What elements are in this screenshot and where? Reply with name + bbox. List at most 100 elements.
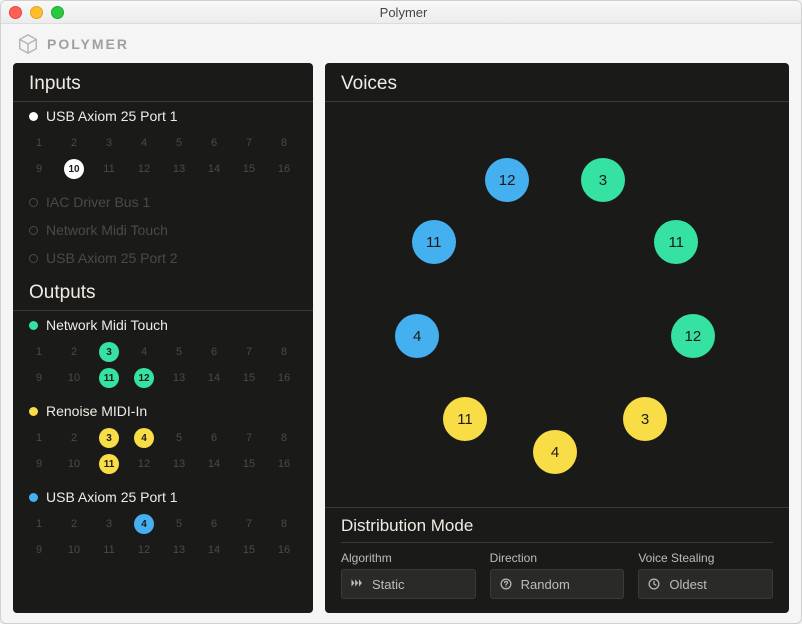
channel-8[interactable]: 8 xyxy=(268,130,300,156)
toolbar: POLYMER xyxy=(1,24,801,64)
channel-6[interactable]: 6 xyxy=(198,511,230,537)
channel-2[interactable]: 2 xyxy=(58,511,90,537)
output-port[interactable]: Network Midi Touch xyxy=(13,311,313,339)
port-label: USB Axiom 25 Port 1 xyxy=(46,489,178,505)
channel-6[interactable]: 6 xyxy=(198,130,230,156)
voice-node[interactable]: 4 xyxy=(395,314,439,358)
input-port[interactable]: IAC Driver Bus 1 xyxy=(13,188,313,216)
channel-15[interactable]: 15 xyxy=(233,537,265,563)
polymer-logo-icon xyxy=(17,33,39,55)
channel-13[interactable]: 13 xyxy=(163,451,195,477)
port-status-icon xyxy=(29,226,38,235)
channel-1[interactable]: 1 xyxy=(23,339,55,365)
voice-node[interactable]: 4 xyxy=(533,430,577,474)
channel-7[interactable]: 7 xyxy=(233,130,265,156)
voices-panel: Voices 12311123411411 Distribution Mode … xyxy=(325,63,789,613)
channel-1[interactable]: 1 xyxy=(23,511,55,537)
channel-5[interactable]: 5 xyxy=(163,511,195,537)
channel-13[interactable]: 13 xyxy=(163,537,195,563)
channel-10[interactable]: 10 xyxy=(58,365,90,391)
voice-stealing-label: Voice Stealing xyxy=(638,551,773,565)
channel-7[interactable]: 7 xyxy=(233,425,265,451)
channel-11[interactable]: 11 xyxy=(93,537,125,563)
channel-12[interactable]: 12 xyxy=(128,537,160,563)
channel-11[interactable]: 11 xyxy=(93,365,125,391)
input-port[interactable]: USB Axiom 25 Port 1 xyxy=(13,102,313,130)
channel-2[interactable]: 2 xyxy=(58,339,90,365)
channel-8[interactable]: 8 xyxy=(268,425,300,451)
voice-node[interactable]: 3 xyxy=(581,158,625,202)
channel-13[interactable]: 13 xyxy=(163,156,195,182)
channel-5[interactable]: 5 xyxy=(163,130,195,156)
input-port[interactable]: USB Axiom 25 Port 2 xyxy=(13,244,313,272)
channel-7[interactable]: 7 xyxy=(233,511,265,537)
channel-5[interactable]: 5 xyxy=(163,339,195,365)
channel-2[interactable]: 2 xyxy=(58,130,90,156)
channel-8[interactable]: 8 xyxy=(268,511,300,537)
voices-heading: Voices xyxy=(325,63,789,102)
port-status-icon xyxy=(29,321,38,330)
channel-6[interactable]: 6 xyxy=(198,425,230,451)
channel-15[interactable]: 15 xyxy=(233,156,265,182)
port-status-icon xyxy=(29,407,38,416)
channel-16[interactable]: 16 xyxy=(268,537,300,563)
io-scroll[interactable]: Inputs USB Axiom 25 Port 112345678910111… xyxy=(13,63,313,613)
algorithm-label: Algorithm xyxy=(341,551,476,565)
channel-8[interactable]: 8 xyxy=(268,339,300,365)
channel-14[interactable]: 14 xyxy=(198,537,230,563)
channel-16[interactable]: 16 xyxy=(268,156,300,182)
app-window: Polymer POLYMER Inputs USB Axiom 25 Port… xyxy=(0,0,802,624)
channel-15[interactable]: 15 xyxy=(233,365,265,391)
channel-16[interactable]: 16 xyxy=(268,365,300,391)
voice-node[interactable]: 12 xyxy=(671,314,715,358)
channel-10[interactable]: 10 xyxy=(58,156,90,182)
input-port[interactable]: Network Midi Touch xyxy=(13,216,313,244)
channel-14[interactable]: 14 xyxy=(198,451,230,477)
voice-node[interactable]: 12 xyxy=(485,158,529,202)
channel-9[interactable]: 9 xyxy=(23,365,55,391)
channel-4[interactable]: 4 xyxy=(128,425,160,451)
channel-12[interactable]: 12 xyxy=(128,156,160,182)
voice-node[interactable]: 11 xyxy=(654,220,698,264)
channel-3[interactable]: 3 xyxy=(93,130,125,156)
algorithm-select[interactable]: Static xyxy=(341,569,476,599)
channel-12[interactable]: 12 xyxy=(128,451,160,477)
channel-9[interactable]: 9 xyxy=(23,451,55,477)
channel-9[interactable]: 9 xyxy=(23,537,55,563)
channel-2[interactable]: 2 xyxy=(58,425,90,451)
channel-5[interactable]: 5 xyxy=(163,425,195,451)
channel-1[interactable]: 1 xyxy=(23,425,55,451)
channel-16[interactable]: 16 xyxy=(268,451,300,477)
channel-6[interactable]: 6 xyxy=(198,339,230,365)
channel-11[interactable]: 11 xyxy=(93,451,125,477)
channel-3[interactable]: 3 xyxy=(93,425,125,451)
channel-grid: 12345678910111213141516 xyxy=(13,130,313,188)
voice-stealing-select[interactable]: Oldest xyxy=(638,569,773,599)
channel-4[interactable]: 4 xyxy=(128,130,160,156)
channel-3[interactable]: 3 xyxy=(93,339,125,365)
voice-node[interactable]: 11 xyxy=(443,397,487,441)
channel-15[interactable]: 15 xyxy=(233,451,265,477)
window-title: Polymer xyxy=(14,5,793,20)
channel-7[interactable]: 7 xyxy=(233,339,265,365)
voice-node[interactable]: 3 xyxy=(623,397,667,441)
voice-node[interactable]: 11 xyxy=(412,220,456,264)
channel-1[interactable]: 1 xyxy=(23,130,55,156)
channel-3[interactable]: 3 xyxy=(93,511,125,537)
output-port[interactable]: USB Axiom 25 Port 1 xyxy=(13,483,313,511)
channel-4[interactable]: 4 xyxy=(128,511,160,537)
algorithm-value: Static xyxy=(372,577,405,592)
port-status-icon xyxy=(29,198,38,207)
channel-13[interactable]: 13 xyxy=(163,365,195,391)
channel-14[interactable]: 14 xyxy=(198,365,230,391)
channel-10[interactable]: 10 xyxy=(58,451,90,477)
channel-10[interactable]: 10 xyxy=(58,537,90,563)
channel-12[interactable]: 12 xyxy=(128,365,160,391)
output-port[interactable]: Renoise MIDI-In xyxy=(13,397,313,425)
channel-11[interactable]: 11 xyxy=(93,156,125,182)
channel-4[interactable]: 4 xyxy=(128,339,160,365)
channel-14[interactable]: 14 xyxy=(198,156,230,182)
channel-9[interactable]: 9 xyxy=(23,156,55,182)
port-label: Network Midi Touch xyxy=(46,317,168,333)
direction-select[interactable]: Random xyxy=(490,569,625,599)
